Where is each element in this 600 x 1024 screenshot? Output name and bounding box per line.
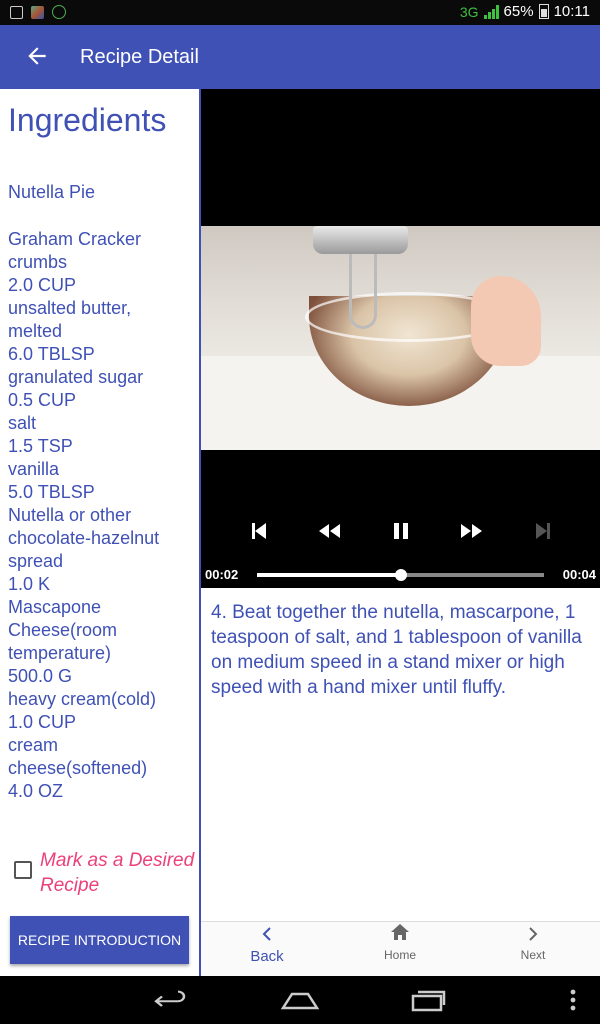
network-type: 3G xyxy=(459,3,479,20)
back-button[interactable]: Back xyxy=(217,922,317,977)
next-label: Next xyxy=(520,948,546,962)
ingredient-line: heavy cream(cold) xyxy=(8,689,157,709)
skip-next-icon[interactable] xyxy=(527,516,559,546)
ingredients-heading: Ingredients xyxy=(8,102,167,138)
fast-forward-icon[interactable] xyxy=(456,516,488,546)
ingredient-line: 6.0 TBLSP xyxy=(8,344,95,364)
photo-notification-icon xyxy=(10,5,23,19)
system-recents-icon[interactable] xyxy=(410,986,448,1014)
ingredient-line: 4.0 OZ xyxy=(8,781,64,801)
system-navigation-bar xyxy=(0,976,600,1024)
ingredient-line: 1.5 TSP xyxy=(8,436,73,456)
ingredient-line: 2.0 CUP xyxy=(8,275,77,295)
system-overflow-icon[interactable] xyxy=(568,986,578,1014)
rewind-icon[interactable] xyxy=(313,516,345,546)
hand xyxy=(471,276,541,366)
video-frame[interactable] xyxy=(201,226,600,450)
chevron-left-icon xyxy=(217,922,317,948)
desired-label: Mark as a Desired Recipe xyxy=(40,850,195,896)
clock: 10:11 xyxy=(553,3,590,20)
back-label: Back xyxy=(250,948,284,965)
battery-icon xyxy=(538,4,549,19)
next-button[interactable]: Next xyxy=(483,922,583,977)
ingredient-line: Nutella or other chocolate-hazelnut spre… xyxy=(8,505,160,571)
ingredient-line: Graham Cracker crumbs xyxy=(8,229,142,272)
ingredient-line: salt xyxy=(8,413,37,433)
duration: 00:04 xyxy=(562,567,596,582)
home-label: Home xyxy=(383,948,416,962)
ingredient-line: vanilla xyxy=(8,459,60,479)
ingredient-line: 1.0 K xyxy=(8,574,51,594)
ingredient-line: 500.0 G xyxy=(8,666,73,686)
ingredient-line: 1.0 CUP xyxy=(8,712,77,732)
ingredient-line: 0.5 CUP xyxy=(8,390,77,410)
ingredients-list: Graham Cracker crumbs 2.0 CUP unsalted b… xyxy=(8,228,196,803)
app-bar: Recipe Detail xyxy=(0,25,600,89)
desired-recipe-toggle[interactable]: Mark as a Desired Recipe xyxy=(14,848,198,898)
hand-mixer xyxy=(313,226,408,254)
signal-icon xyxy=(483,4,499,19)
app-notification-icon xyxy=(31,5,44,19)
recipe-name: Nutella Pie xyxy=(8,182,96,202)
system-home-icon[interactable] xyxy=(280,986,320,1014)
notification-icons xyxy=(10,5,66,19)
home-icon xyxy=(350,922,450,948)
ingredient-line: 5.0 TBLSP xyxy=(8,482,95,502)
counter-notification-icon xyxy=(52,5,66,19)
ingredient-line: unsalted butter, melted xyxy=(8,298,132,341)
battery-percent: 65% xyxy=(503,3,534,20)
ingredient-line: Mascapone Cheese(room temperature) xyxy=(8,597,118,663)
current-time: 00:02 xyxy=(205,567,239,582)
status-bar: 3G 65% 10:11 xyxy=(0,0,600,25)
step-description: 4. Beat together the nutella, mascarpone… xyxy=(211,602,582,698)
chevron-right-icon xyxy=(483,922,583,948)
mixer-beater xyxy=(349,254,377,329)
skip-previous-icon[interactable] xyxy=(243,516,275,546)
step-navigation: Back Home Next xyxy=(201,921,600,976)
progress-thumb[interactable] xyxy=(394,569,407,581)
video-player[interactable]: 00:02 00:04 xyxy=(201,89,600,588)
ingredient-line: granulated sugar xyxy=(8,367,144,387)
back-arrow-icon[interactable] xyxy=(24,43,50,69)
home-button[interactable]: Home xyxy=(350,922,450,977)
progress-fill xyxy=(257,573,401,577)
player-controls xyxy=(201,516,600,546)
system-back-icon[interactable] xyxy=(152,986,188,1014)
page-title: Recipe Detail xyxy=(80,46,199,68)
progress-bar[interactable] xyxy=(257,569,544,581)
status-right: 3G 65% 10:11 xyxy=(460,3,590,20)
desired-checkbox[interactable] xyxy=(14,861,32,879)
recipe-introduction-button[interactable]: RECIPE INTRODUCTION xyxy=(10,916,189,964)
ingredient-line: cream cheese(softened) xyxy=(8,735,148,778)
pause-icon[interactable] xyxy=(385,516,417,546)
